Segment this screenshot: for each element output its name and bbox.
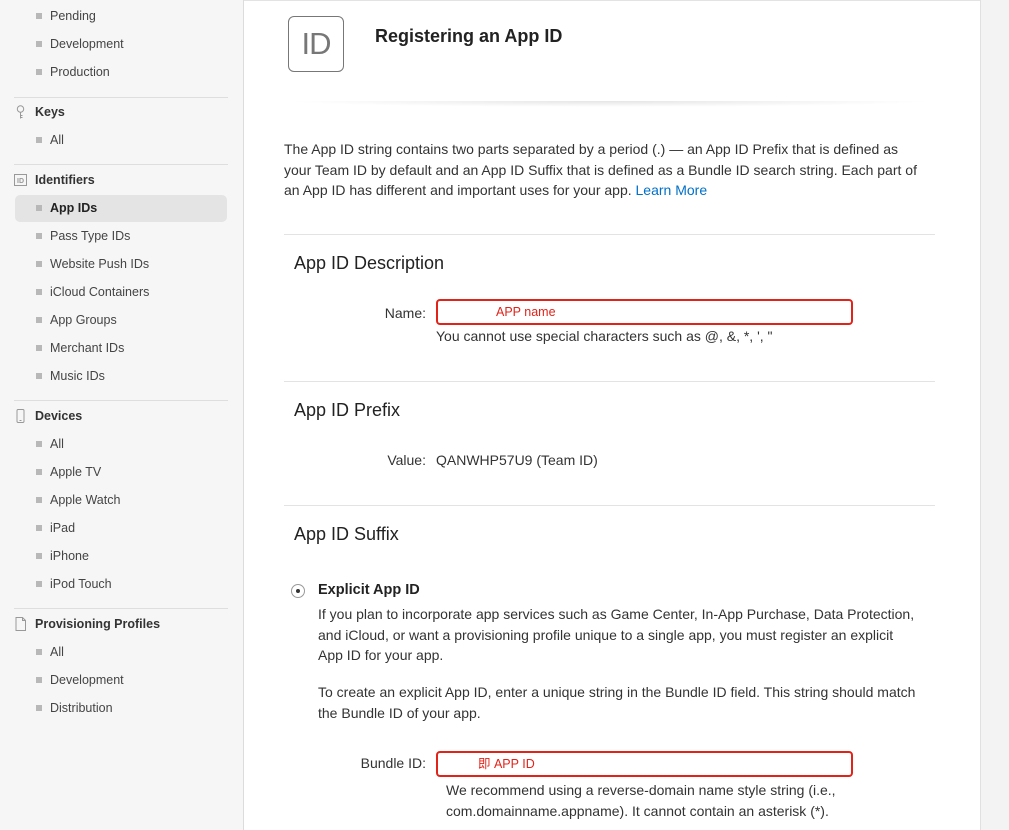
sidebar-section-identifiers[interactable]: ID Identifiers	[14, 169, 95, 191]
bundle-id-hint: We recommend using a reverse-domain name…	[446, 782, 836, 819]
scrollbar-track[interactable]	[980, 0, 1009, 830]
app-id-prefix-heading: App ID Prefix	[294, 400, 401, 420]
sidebar-item-iphone[interactable]: iPhone	[36, 544, 89, 568]
sidebar-item-profiles-development[interactable]: Development	[36, 668, 124, 692]
bullet-icon	[36, 12, 42, 19]
section-divider	[284, 234, 935, 235]
intro-text: The App ID string contains two parts sep…	[284, 141, 917, 198]
prefix-value: QANWHP57U9 (Team ID)	[436, 452, 598, 468]
sidebar-item-app-ids[interactable]: App IDs	[36, 196, 97, 220]
sidebar-item-website-push-ids[interactable]: Website Push IDs	[36, 252, 149, 276]
id-icon: ID	[14, 173, 27, 186]
learn-more-link[interactable]: Learn More	[636, 182, 708, 198]
sidebar-item-merchant-ids[interactable]: Merchant IDs	[36, 336, 124, 360]
bullet-icon	[36, 524, 42, 531]
sidebar-item-profiles-distribution[interactable]: Distribution	[36, 696, 113, 720]
explicit-app-id-radio[interactable]	[291, 584, 305, 598]
app-id-icon: ID	[288, 16, 344, 72]
value-label: Value:	[387, 452, 426, 468]
top-border	[244, 0, 980, 1]
bullet-icon	[36, 648, 42, 655]
section-divider	[284, 381, 935, 382]
bullet-icon	[36, 580, 42, 587]
sidebar-divider	[14, 164, 228, 165]
bullet-icon	[36, 468, 42, 475]
bullet-icon	[36, 704, 42, 711]
sidebar-item-pending[interactable]: Pending	[36, 4, 96, 28]
bullet-icon	[36, 288, 42, 295]
bundle-id-input[interactable]: 即 APP ID	[436, 751, 853, 777]
document-icon	[15, 616, 26, 631]
sidebar-item-ipod-touch[interactable]: iPod Touch	[36, 572, 112, 596]
bundle-instructions: To create an explicit App ID, enter a un…	[318, 684, 916, 721]
bundle-id-label: Bundle ID:	[360, 755, 426, 771]
bullet-icon	[36, 260, 42, 267]
bullet-icon	[36, 496, 42, 503]
sidebar-section-keys[interactable]: Keys	[14, 101, 65, 123]
bullet-icon	[36, 676, 42, 683]
bullet-icon	[36, 316, 42, 323]
sidebar-item-devices-all[interactable]: All	[36, 432, 64, 456]
key-icon	[16, 105, 25, 119]
sidebar-item-development[interactable]: Development	[36, 32, 124, 56]
sidebar-item-profiles-all[interactable]: All	[36, 640, 64, 664]
sidebar-section-provisioning-profiles[interactable]: Provisioning Profiles	[14, 613, 160, 635]
sidebar-divider	[14, 608, 228, 609]
explicit-app-id-label[interactable]: Explicit App ID	[318, 582, 420, 598]
bullet-icon	[36, 68, 42, 75]
sidebar-item-app-groups[interactable]: App Groups	[36, 308, 117, 332]
bullet-icon	[36, 344, 42, 351]
sidebar-item-icloud-containers[interactable]: iCloud Containers	[36, 280, 149, 304]
app-id-description-heading: App ID Description	[294, 253, 445, 273]
page-title: Registering an App ID	[375, 26, 563, 46]
sidebar-item-keys-all[interactable]: All	[36, 128, 64, 152]
bullet-icon	[36, 552, 42, 559]
bullet-icon	[36, 232, 42, 239]
sidebar-item-pass-type-ids[interactable]: Pass Type IDs	[36, 224, 130, 248]
sidebar-divider	[14, 400, 228, 401]
bullet-icon	[36, 440, 42, 447]
name-label: Name:	[384, 305, 426, 321]
app-id-suffix-heading: App ID Suffix	[294, 524, 399, 544]
header-divider	[284, 101, 936, 107]
section-divider	[284, 505, 935, 506]
name-input[interactable]: APP name	[436, 299, 853, 325]
sidebar-section-devices[interactable]: Devices	[14, 405, 82, 427]
bullet-icon	[36, 136, 42, 143]
sidebar-item-music-ids[interactable]: Music IDs	[36, 364, 105, 388]
sidebar-item-apple-watch[interactable]: Apple Watch	[36, 488, 120, 512]
name-hint: You cannot use special characters such a…	[436, 328, 773, 344]
bullet-icon	[36, 372, 42, 379]
device-icon	[16, 408, 25, 423]
sidebar-item-apple-tv[interactable]: Apple TV	[36, 460, 101, 484]
sidebar-item-ipad[interactable]: iPad	[36, 516, 75, 540]
bullet-icon	[36, 40, 42, 47]
sidebar-item-production[interactable]: Production	[36, 60, 110, 84]
bullet-icon	[36, 204, 42, 211]
sidebar: Pending Development Production Keys All …	[0, 0, 244, 830]
sidebar-divider	[14, 97, 228, 98]
svg-text:ID: ID	[17, 178, 24, 185]
explicit-description: If you plan to incorporate app services …	[318, 606, 915, 663]
